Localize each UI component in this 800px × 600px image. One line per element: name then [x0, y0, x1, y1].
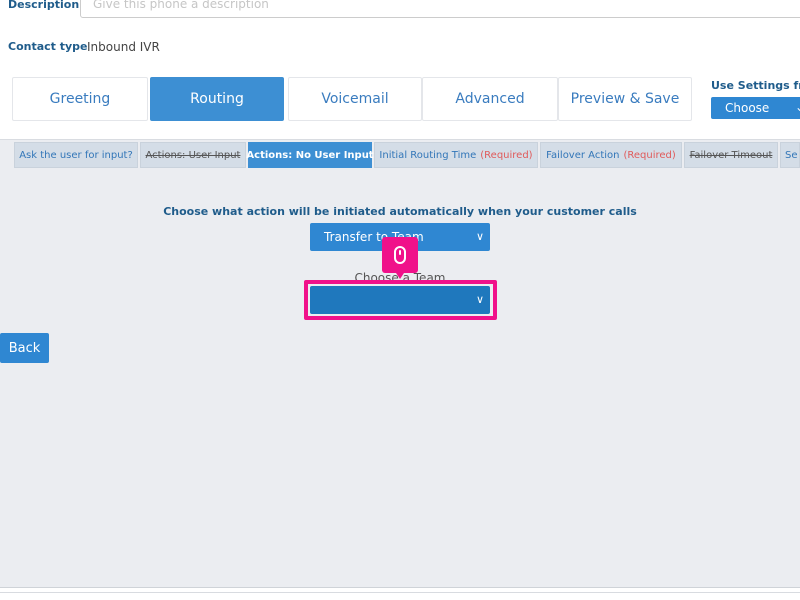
action-prompt: Choose what action will be initiated aut… — [163, 205, 637, 218]
contact-type-value: Inbound IVR — [87, 40, 160, 54]
subtab-ask-user-input[interactable]: Ask the user for input? — [14, 142, 138, 168]
subtab-actions-no-user-input[interactable]: Actions: No User Input — [246, 142, 374, 168]
description-row: Description — [0, 0, 800, 20]
subtab-failover-timeout[interactable]: Failover Timeout — [684, 142, 778, 168]
tab-routing[interactable]: Routing — [150, 77, 284, 121]
mouse-icon — [394, 246, 406, 264]
focus-highlight — [304, 280, 497, 320]
required-tag: (Required) — [480, 149, 533, 161]
use-settings-label: Use Settings from — [711, 79, 800, 92]
use-settings-select[interactable]: Choose ⌄ — [711, 97, 800, 119]
subtab-initial-routing-time[interactable]: Initial Routing Time (Required) — [374, 142, 538, 168]
subtab-failover-action[interactable]: Failover Action (Required) — [540, 142, 682, 168]
subtab-label: Failover Action — [546, 149, 620, 161]
tab-greeting[interactable]: Greeting — [12, 77, 148, 121]
description-input[interactable] — [80, 0, 800, 18]
subtab-label: Actions: No User Input — [246, 149, 374, 161]
subtab-label: Actions: User Input — [145, 149, 241, 161]
tab-preview-save[interactable]: Preview & Save — [558, 77, 692, 121]
mouse-cursor-indicator — [382, 237, 418, 279]
subtab-label: Ask the user for input? — [19, 149, 133, 161]
subtab-label: Initial Routing Time — [379, 149, 477, 161]
tab-advanced[interactable]: Advanced — [422, 77, 558, 121]
subtab-label: Failover Timeout — [689, 149, 773, 161]
subtab-label: Se — [785, 149, 798, 161]
chevron-down-icon: ∨ — [475, 230, 484, 243]
required-tag: (Required) — [623, 149, 676, 161]
subtab-more[interactable]: Se — [780, 142, 800, 168]
bottom-bar — [0, 587, 800, 600]
use-settings-value: Choose — [725, 101, 770, 115]
back-button[interactable]: Back — [0, 333, 49, 363]
contact-type-label: Contact type — [8, 40, 88, 53]
subtab-actions-user-input[interactable]: Actions: User Input — [140, 142, 246, 168]
description-label: Description — [8, 0, 80, 11]
routing-panel: Ask the user for input? Actions: User In… — [0, 139, 800, 600]
tab-voicemail[interactable]: Voicemail — [288, 77, 422, 121]
chevron-down-icon: ⌄ — [794, 100, 800, 114]
